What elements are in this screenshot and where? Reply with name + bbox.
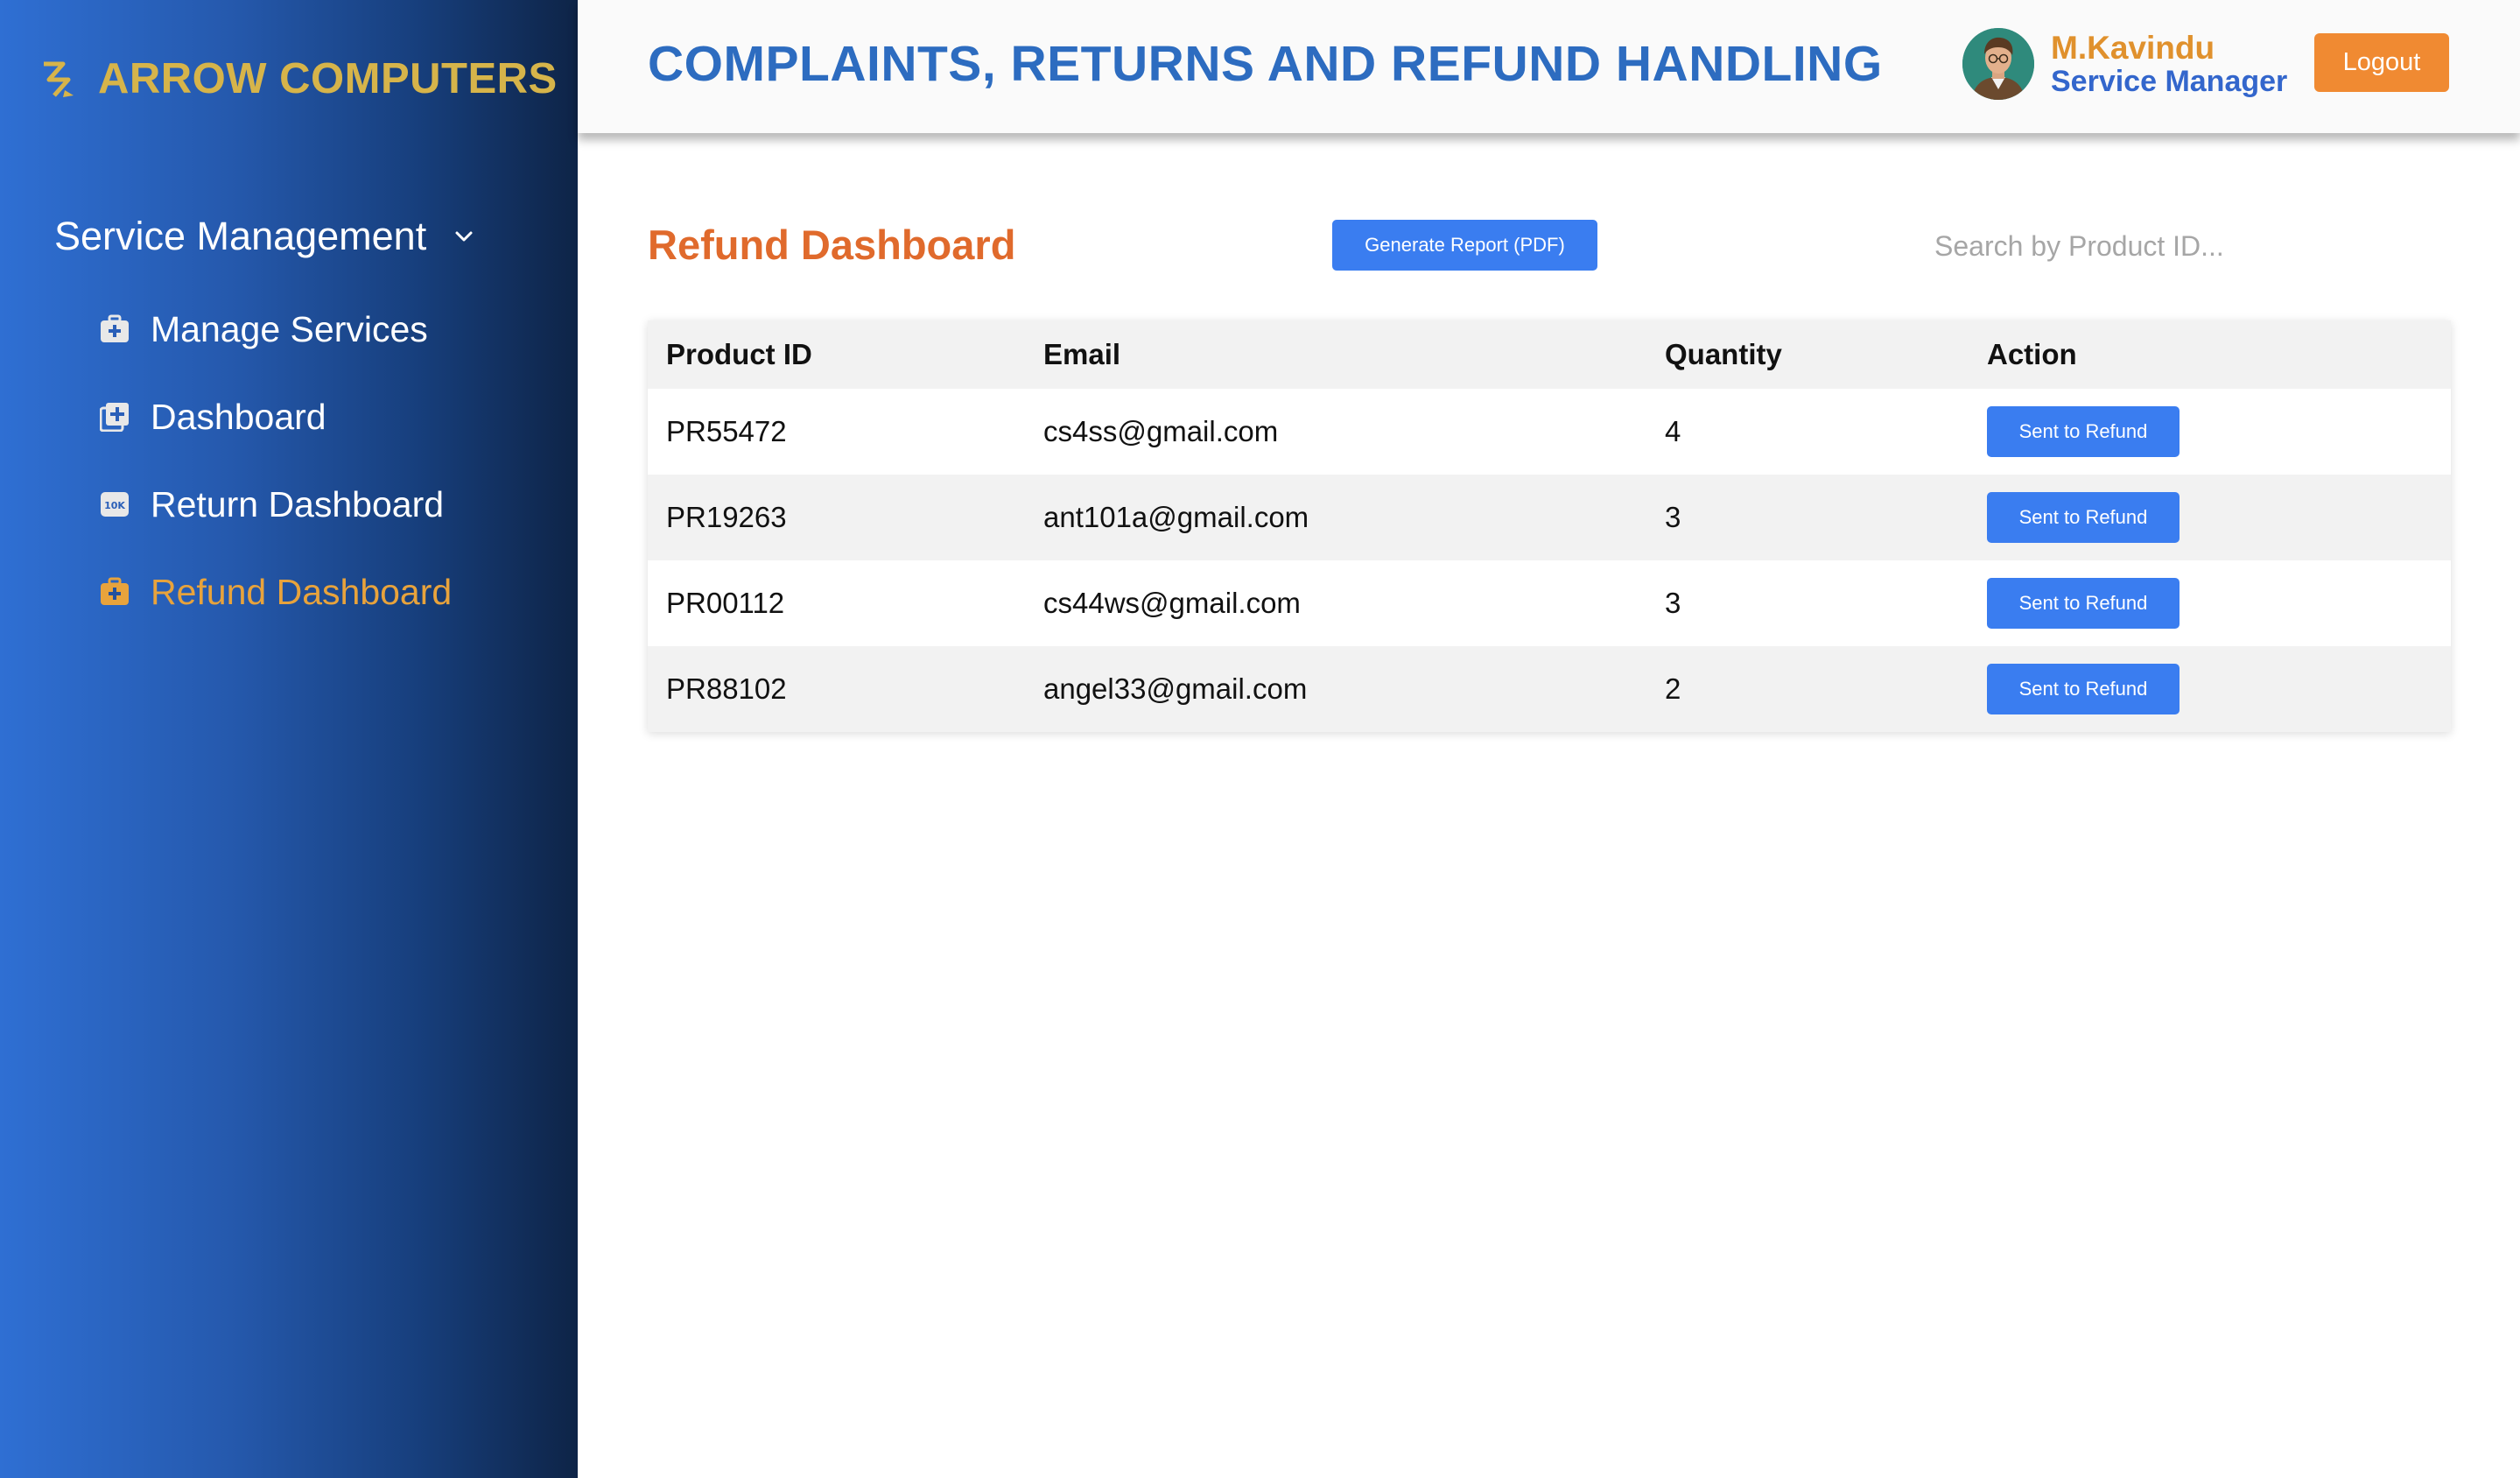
cell-email: cs44ws@gmail.com	[1025, 560, 1646, 646]
cell-product-id: PR55472	[648, 389, 1025, 475]
cell-action: Sent to Refund	[1969, 475, 2451, 560]
cell-product-id: PR88102	[648, 646, 1025, 732]
cell-quantity: 4	[1646, 389, 1969, 475]
cell-product-id: PR19263	[648, 475, 1025, 560]
cell-product-id: PR00112	[648, 560, 1025, 646]
sidebar-item-refund-dashboard[interactable]: Refund Dashboard	[100, 566, 452, 618]
sent-to-refund-button[interactable]: Sent to Refund	[1987, 406, 2180, 457]
table-row: PR19263 ant101a@gmail.com 3 Sent to Refu…	[648, 475, 2451, 560]
svg-text:10K: 10K	[104, 500, 125, 511]
search-input[interactable]	[1934, 221, 2425, 271]
refund-table: Product ID Email Quantity Action PR55472…	[648, 320, 2451, 732]
table-row: PR88102 angel33@gmail.com 2 Sent to Refu…	[648, 646, 2451, 732]
medkit-icon	[101, 314, 129, 342]
10k-icon: 10K	[101, 492, 129, 517]
chevron-down-icon	[455, 231, 473, 242]
section-title: Refund Dashboard	[648, 222, 1016, 268]
cell-action: Sent to Refund	[1969, 560, 2451, 646]
sidebar-item-manage-services[interactable]: Manage Services	[100, 303, 428, 355]
logout-button[interactable]: Logout	[2314, 33, 2449, 92]
arrow-logo-icon	[44, 61, 74, 97]
brand[interactable]: ARROW COMPUTERS	[39, 51, 558, 107]
avatar[interactable]	[1962, 28, 2034, 100]
user-avatar-image	[1962, 28, 2034, 100]
sent-to-refund-button[interactable]: Sent to Refund	[1987, 578, 2180, 629]
cell-quantity: 3	[1646, 560, 1969, 646]
brand-name: ARROW COMPUTERS	[98, 55, 558, 102]
user-name: M.Kavindu	[2051, 30, 2215, 66]
add-square-icon	[100, 403, 129, 432]
table-row: PR00112 cs44ws@gmail.com 3 Sent to Refun…	[648, 560, 2451, 646]
cell-email: cs4ss@gmail.com	[1025, 389, 1646, 475]
column-header-quantity: Quantity	[1646, 320, 1969, 389]
column-header-email: Email	[1025, 320, 1646, 389]
refund-table-container: Product ID Email Quantity Action PR55472…	[648, 320, 2451, 732]
sidebar-item-label: Dashboard	[151, 396, 326, 437]
page-title: COMPLAINTS, RETURNS AND REFUND HANDLING	[648, 36, 1883, 92]
medkit-icon	[101, 577, 129, 605]
nav-group-label: Service Management	[54, 214, 427, 258]
cell-action: Sent to Refund	[1969, 646, 2451, 732]
table-header-row: Product ID Email Quantity Action	[648, 320, 2451, 389]
sidebar-item-label: Manage Services	[151, 308, 428, 349]
top-header: COMPLAINTS, RETURNS AND REFUND HANDLING …	[578, 0, 2520, 133]
sidebar-item-return-dashboard[interactable]: 10K Return Dashboard	[100, 478, 444, 531]
app-root: ARROW COMPUTERS Service Management Manag…	[0, 0, 2520, 1478]
nav-group-service-management[interactable]: Service Management	[54, 214, 475, 259]
column-header-action: Action	[1969, 320, 2451, 389]
sidebar-item-label: Refund Dashboard	[151, 571, 453, 612]
sent-to-refund-button[interactable]: Sent to Refund	[1987, 664, 2180, 714]
cell-email: ant101a@gmail.com	[1025, 475, 1646, 560]
cell-email: angel33@gmail.com	[1025, 646, 1646, 732]
cell-action: Sent to Refund	[1969, 389, 2451, 475]
user-role: Service Manager	[2051, 65, 2288, 98]
column-header-product-id: Product ID	[648, 320, 1025, 389]
sidebar-item-dashboard[interactable]: Dashboard	[100, 391, 326, 443]
sent-to-refund-button[interactable]: Sent to Refund	[1987, 492, 2180, 543]
sidebar: ARROW COMPUTERS Service Management Manag…	[0, 0, 578, 1478]
sidebar-item-label: Return Dashboard	[151, 483, 445, 524]
table-row: PR55472 cs4ss@gmail.com 4 Sent to Refund	[648, 389, 2451, 475]
cell-quantity: 2	[1646, 646, 1969, 732]
cell-quantity: 3	[1646, 475, 1969, 560]
generate-report-button[interactable]: Generate Report (PDF)	[1332, 220, 1597, 271]
